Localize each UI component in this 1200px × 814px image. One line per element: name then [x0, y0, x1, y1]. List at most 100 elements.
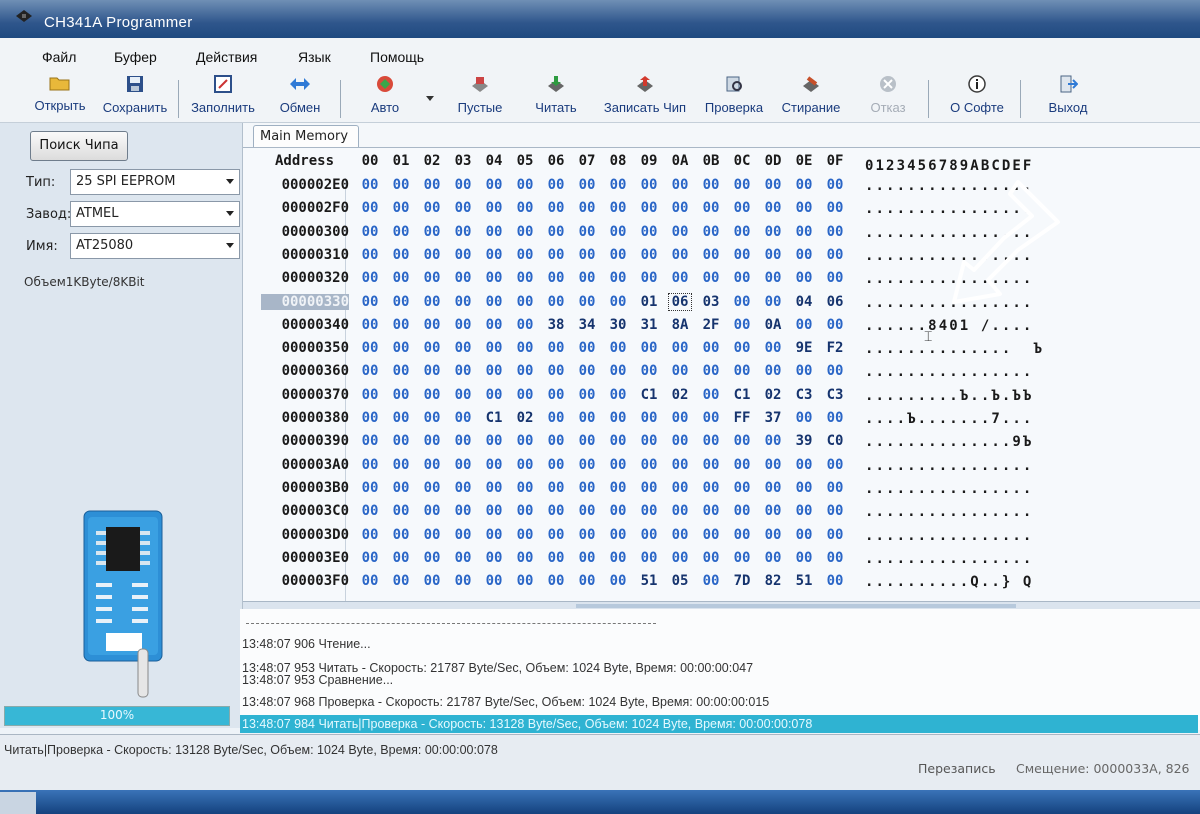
hex-byte[interactable]: 00 [607, 480, 629, 496]
hex-byte[interactable]: 37 [762, 410, 784, 426]
hex-byte[interactable]: 06 [824, 294, 846, 310]
hex-byte[interactable]: 00 [700, 573, 722, 589]
hex-byte[interactable]: 00 [669, 224, 691, 240]
hex-byte[interactable]: 00 [390, 550, 412, 566]
hex-byte[interactable]: 8A [669, 317, 691, 333]
hex-byte[interactable]: 00 [421, 410, 443, 426]
hex-byte[interactable]: 00 [545, 527, 567, 543]
hex-byte[interactable]: 00 [700, 550, 722, 566]
hex-byte[interactable]: 00 [514, 480, 536, 496]
hex-byte[interactable]: 00 [824, 573, 846, 589]
hex-byte[interactable]: 00 [731, 317, 753, 333]
hex-byte[interactable]: 00 [700, 503, 722, 519]
hex-byte[interactable]: 00 [390, 410, 412, 426]
hex-byte[interactable]: 00 [824, 527, 846, 543]
hex-byte[interactable]: 00 [545, 177, 567, 193]
exit-button[interactable]: Выход [1040, 70, 1096, 122]
hex-byte[interactable]: 00 [824, 270, 846, 286]
hex-byte[interactable]: 00 [638, 410, 660, 426]
hex-byte[interactable]: 00 [762, 363, 784, 379]
hex-byte[interactable]: 00 [359, 433, 381, 449]
about-button[interactable]: О Софте [944, 70, 1010, 122]
hex-byte[interactable]: 00 [421, 527, 443, 543]
hex-byte[interactable]: 03 [700, 294, 722, 310]
hex-byte[interactable]: 00 [483, 480, 505, 496]
hex-byte[interactable]: 82 [762, 573, 784, 589]
hex-byte[interactable]: 00 [824, 480, 846, 496]
hex-byte[interactable]: 00 [452, 480, 474, 496]
hex-byte[interactable]: 00 [514, 550, 536, 566]
hex-byte[interactable]: 00 [576, 480, 598, 496]
ascii-text[interactable]: ................ [865, 481, 1033, 497]
hex-byte[interactable]: 00 [638, 247, 660, 263]
hex-byte[interactable]: C3 [824, 387, 846, 403]
ascii-text[interactable]: ..........Q..} Q [865, 574, 1033, 590]
hex-byte[interactable]: 00 [762, 200, 784, 216]
hex-byte[interactable]: 00 [700, 247, 722, 263]
hex-byte[interactable]: 00 [514, 573, 536, 589]
hex-byte[interactable]: 00 [669, 550, 691, 566]
auto-dropdown-arrow-icon[interactable] [426, 96, 434, 101]
hex-byte[interactable]: 00 [669, 457, 691, 473]
hex-byte[interactable]: 00 [638, 177, 660, 193]
hex-byte[interactable]: 00 [607, 200, 629, 216]
hex-byte[interactable]: 00 [545, 433, 567, 449]
hex-byte[interactable]: 00 [390, 503, 412, 519]
hex-byte[interactable]: 00 [545, 573, 567, 589]
name-select[interactable]: AT25080 [70, 233, 240, 259]
hex-byte[interactable]: 00 [390, 363, 412, 379]
hex-byte[interactable]: 00 [576, 457, 598, 473]
hex-byte[interactable]: 00 [731, 550, 753, 566]
hex-byte[interactable]: 34 [576, 317, 598, 333]
ascii-text[interactable]: ................ [865, 458, 1033, 474]
hex-byte[interactable]: 00 [638, 340, 660, 356]
hex-byte[interactable]: 00 [514, 387, 536, 403]
hex-byte[interactable]: 00 [576, 550, 598, 566]
hex-byte[interactable]: 00 [545, 363, 567, 379]
hex-byte[interactable]: 00 [390, 457, 412, 473]
hex-byte[interactable]: 00 [359, 177, 381, 193]
hex-byte[interactable]: 00 [824, 177, 846, 193]
hex-byte[interactable]: 00 [669, 503, 691, 519]
hex-byte[interactable]: 00 [576, 387, 598, 403]
hex-byte[interactable]: 00 [576, 433, 598, 449]
hex-byte[interactable]: 00 [731, 177, 753, 193]
hex-byte[interactable]: 00 [793, 503, 815, 519]
open-button[interactable]: Открыть [28, 70, 92, 122]
hex-byte[interactable]: 00 [452, 503, 474, 519]
hex-byte[interactable]: 00 [576, 224, 598, 240]
hex-byte[interactable]: 00 [359, 363, 381, 379]
hex-byte[interactable]: 04 [793, 294, 815, 310]
hex-byte[interactable]: 00 [731, 480, 753, 496]
hex-byte[interactable]: 00 [452, 317, 474, 333]
taskbar-app-icon[interactable] [0, 792, 36, 814]
hex-byte[interactable]: 00 [762, 433, 784, 449]
hex-byte[interactable]: 00 [638, 224, 660, 240]
hex-byte[interactable]: 00 [824, 247, 846, 263]
splitter-handle[interactable] [576, 604, 1016, 608]
hex-byte[interactable]: 00 [762, 270, 784, 286]
hex-byte[interactable]: 00 [576, 503, 598, 519]
hex-byte[interactable]: 00 [824, 457, 846, 473]
hex-byte[interactable]: 00 [452, 387, 474, 403]
verify-button[interactable]: Проверка [698, 70, 770, 122]
hex-byte[interactable]: 00 [700, 200, 722, 216]
hex-byte[interactable]: 00 [607, 433, 629, 449]
hex-byte[interactable]: 00 [483, 294, 505, 310]
hex-byte[interactable]: 00 [700, 387, 722, 403]
hex-byte[interactable]: 00 [514, 503, 536, 519]
hex-byte[interactable]: 00 [762, 340, 784, 356]
hex-byte[interactable]: 00 [731, 340, 753, 356]
hex-byte[interactable]: 00 [359, 550, 381, 566]
hex-byte[interactable]: 00 [669, 480, 691, 496]
hex-byte[interactable]: 00 [607, 387, 629, 403]
hex-byte[interactable]: 00 [421, 340, 443, 356]
hex-byte[interactable]: 00 [483, 573, 505, 589]
hex-byte[interactable]: 06 [668, 293, 692, 311]
hex-byte[interactable]: 00 [514, 457, 536, 473]
hex-byte[interactable]: 00 [421, 550, 443, 566]
hex-byte[interactable]: 00 [514, 200, 536, 216]
hex-byte[interactable]: 00 [514, 270, 536, 286]
hex-byte[interactable]: 38 [545, 317, 567, 333]
hex-byte[interactable]: 39 [793, 433, 815, 449]
